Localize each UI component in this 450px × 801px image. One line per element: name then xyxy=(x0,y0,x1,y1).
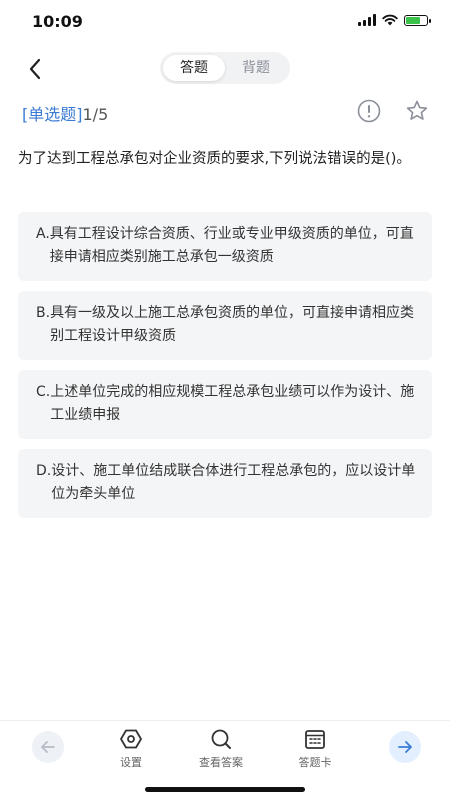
home-indicator xyxy=(145,787,305,792)
report-error-button[interactable] xyxy=(356,98,382,124)
question-actions xyxy=(356,98,430,124)
tab-review[interactable]: 背题 xyxy=(225,55,287,81)
option-b[interactable]: B. 具有一级及以上施工总承包资质的单位，可直接申请相应类别工程设计甲级资质 xyxy=(18,291,432,360)
answer-card-button[interactable]: 答题卡 xyxy=(280,727,350,770)
previous-question-button[interactable] xyxy=(32,731,64,763)
option-text: 上述单位完成的相应规模工程总承包业绩可以作为设计、施工业绩申报 xyxy=(50,384,415,423)
search-icon xyxy=(211,729,231,749)
question-type-label: [单选题] xyxy=(22,105,83,124)
cellular-signal-icon xyxy=(358,14,376,26)
option-a[interactable]: A. 具有工程设计综合资质、行业或专业甲级资质的单位，可直接申请相应类别施工总承包… xyxy=(18,212,432,281)
option-letter: A. xyxy=(36,226,50,242)
answer-card-label: 答题卡 xyxy=(298,756,332,769)
star-icon xyxy=(406,100,428,120)
question-progress: 1/5 xyxy=(82,105,109,124)
options-list: A. 具有工程设计综合资质、行业或专业甲级资质的单位，可直接申请相应类别施工总承包… xyxy=(18,212,432,528)
status-icons xyxy=(358,14,431,26)
tab-answer[interactable]: 答题 xyxy=(163,55,225,81)
favorite-button[interactable] xyxy=(404,98,430,124)
arrow-left-icon xyxy=(41,741,55,753)
next-question-button[interactable] xyxy=(389,731,421,763)
option-c[interactable]: C. 上述单位完成的相应规模工程总承包业绩可以作为设计、施工业绩申报 xyxy=(18,370,432,439)
battery-icon xyxy=(404,14,431,26)
question-text: 为了达到工程总承包对企业资质的要求,下列说法错误的是()。 xyxy=(18,151,411,167)
status-bar: 10:09 xyxy=(0,0,450,44)
settings-label: 设置 xyxy=(120,756,142,769)
settings-button[interactable]: 设置 xyxy=(96,727,166,770)
status-time: 10:09 xyxy=(32,12,83,31)
option-d[interactable]: D. 设计、施工单位结成联合体进行工程总承包的，应以设计单位为牵头单位 xyxy=(18,449,432,518)
question-meta: [单选题]1/5 xyxy=(22,101,108,125)
header: 答题 背题 xyxy=(0,44,450,94)
option-text: 设计、施工单位结成联合体进行工程总承包的，应以设计单位为牵头单位 xyxy=(51,463,416,502)
option-letter: D. xyxy=(36,463,52,479)
view-answer-label: 查看答案 xyxy=(199,756,243,769)
option-letter: C. xyxy=(36,384,51,400)
back-button[interactable] xyxy=(20,54,50,84)
answer-card-icon xyxy=(305,730,325,749)
wifi-icon xyxy=(382,14,398,26)
view-answer-button[interactable]: 查看答案 xyxy=(186,727,256,770)
mode-switch: 答题 背题 xyxy=(160,52,290,84)
chevron-left-icon xyxy=(29,58,41,80)
arrow-right-icon xyxy=(398,741,412,753)
settings-icon xyxy=(120,729,142,749)
option-text: 具有工程设计综合资质、行业或专业甲级资质的单位，可直接申请相应类别施工总承包一级… xyxy=(49,226,414,265)
option-letter: B. xyxy=(36,305,51,321)
exclamation-circle-icon xyxy=(357,99,381,123)
option-text: 具有一级及以上施工总承包资质的单位，可直接申请相应类别工程设计甲级资质 xyxy=(50,305,415,344)
